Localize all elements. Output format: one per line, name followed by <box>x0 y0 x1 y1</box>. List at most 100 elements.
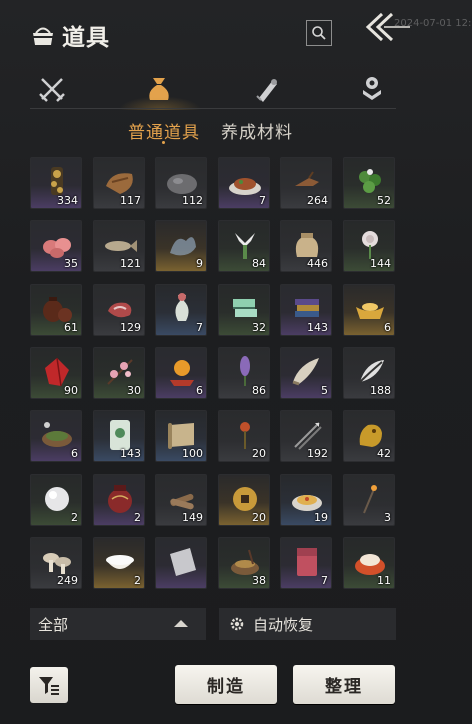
item-count: 2 <box>134 574 141 587</box>
item-slot[interactable]: 112 <box>155 157 207 209</box>
item-slot[interactable]: 100 <box>155 410 207 462</box>
item-slot[interactable]: 9 <box>155 220 207 272</box>
item-count: 149 <box>182 511 203 524</box>
inventory-panel: 道具 2024-07-01 12:55:0 <box>0 0 472 724</box>
item-slot[interactable]: 129 <box>93 284 145 336</box>
item-slot[interactable]: 6 <box>30 410 82 462</box>
item-slot[interactable]: 20 <box>218 410 270 462</box>
item-slot[interactable]: 84 <box>218 220 270 272</box>
item-count: 143 <box>307 321 328 334</box>
item-slot[interactable]: 264 <box>280 157 332 209</box>
item-slot[interactable]: 52 <box>343 157 395 209</box>
jade-boxes-icon <box>227 291 263 325</box>
item-slot[interactable]: 117 <box>93 157 145 209</box>
steak-icon <box>102 291 138 325</box>
item-slot[interactable]: 42 <box>343 410 395 462</box>
item-slot[interactable]: 6 <box>155 347 207 399</box>
item-count: 30 <box>127 384 141 397</box>
item-slot[interactable] <box>155 537 207 589</box>
item-count: 32 <box>252 321 266 334</box>
wood-chunk-icon <box>102 164 138 198</box>
subtab-normal-items[interactable]: 普通道具 <box>128 118 200 143</box>
item-count: 129 <box>120 321 141 334</box>
tab-scrolls[interactable] <box>248 72 284 106</box>
item-slot[interactable]: 7 <box>280 537 332 589</box>
item-slot[interactable]: 32 <box>218 284 270 336</box>
item-count: 11 <box>377 574 391 587</box>
item-slot[interactable]: 121 <box>93 220 145 272</box>
item-slot[interactable]: 7 <box>155 284 207 336</box>
item-count: 19 <box>314 511 328 524</box>
item-count: 35 <box>64 257 78 270</box>
herb-bundle-icon <box>39 164 75 198</box>
jade-tablet-icon <box>102 417 138 451</box>
filter-dropdown[interactable]: 全部 <box>30 608 206 640</box>
item-count: 7 <box>259 194 266 207</box>
item-slot[interactable]: 3 <box>343 474 395 526</box>
back-button[interactable] <box>362 10 414 44</box>
paper-sheet-icon <box>164 544 200 578</box>
item-slot[interactable]: 11 <box>343 537 395 589</box>
coin-icon <box>227 481 263 515</box>
filter-label: 全部 <box>38 615 69 634</box>
item-slot[interactable]: 90 <box>30 347 82 399</box>
item-slot[interactable]: 143 <box>93 410 145 462</box>
item-slot[interactable]: 143 <box>280 284 332 336</box>
lily-vase-icon <box>227 227 263 261</box>
item-count: 6 <box>71 447 78 460</box>
item-slot[interactable]: 2 <box>30 474 82 526</box>
incense-icon <box>352 481 388 515</box>
item-count: 90 <box>64 384 78 397</box>
header: 道具 2024-07-01 12:55:0 <box>0 0 472 72</box>
snowball-icon <box>39 481 75 515</box>
item-slot[interactable]: 19 <box>280 474 332 526</box>
item-slot[interactable]: 61 <box>30 284 82 336</box>
item-slot[interactable]: 35 <box>30 220 82 272</box>
raw-meat-icon <box>39 227 75 261</box>
item-slot[interactable]: 144 <box>343 220 395 272</box>
plum-blossom-icon <box>102 354 138 388</box>
item-slot[interactable]: 30 <box>93 347 145 399</box>
red-jar-icon <box>102 481 138 515</box>
meat-dish-icon <box>227 164 263 198</box>
item-count: 6 <box>384 321 391 334</box>
lavender-icon <box>227 354 263 388</box>
item-slot[interactable]: 5 <box>280 347 332 399</box>
item-slot[interactable]: 446 <box>280 220 332 272</box>
wine-jars-icon <box>39 291 75 325</box>
tab-weapons[interactable] <box>34 72 70 106</box>
search-button[interactable] <box>306 20 332 46</box>
gem-stack-icon <box>363 77 381 100</box>
item-slot[interactable]: 20 <box>218 474 270 526</box>
tab-gems[interactable] <box>354 72 390 106</box>
item-slot[interactable]: 6 <box>343 284 395 336</box>
item-slot[interactable]: 249 <box>30 537 82 589</box>
sort-filter-button[interactable] <box>30 667 68 703</box>
item-count: 446 <box>307 257 328 270</box>
item-slot[interactable]: 334 <box>30 157 82 209</box>
item-count: 9 <box>196 257 203 270</box>
auto-recover-button[interactable]: 自动恢复 <box>219 608 396 640</box>
item-count: 84 <box>252 257 266 270</box>
mushroom-icon <box>39 544 75 578</box>
tab-divider <box>30 108 396 109</box>
item-count: 5 <box>321 384 328 397</box>
item-slot[interactable]: 2 <box>93 537 145 589</box>
item-slot[interactable]: 149 <box>155 474 207 526</box>
organize-button[interactable]: 整理 <box>293 665 395 704</box>
item-slot[interactable]: 38 <box>218 537 270 589</box>
item-slot[interactable]: 86 <box>218 347 270 399</box>
subtab-materials[interactable]: 养成材料 <box>221 118 293 143</box>
noodle-plate-icon <box>289 481 325 515</box>
book-stack-icon <box>289 291 325 325</box>
seed-bowl-icon <box>227 544 263 578</box>
arrow-bundle-icon <box>289 417 325 451</box>
craft-button[interactable]: 制造 <box>175 665 277 704</box>
item-slot[interactable]: 2 <box>93 474 145 526</box>
caret-up-icon <box>174 620 188 627</box>
search-icon <box>312 26 326 40</box>
gear-icon <box>230 617 244 631</box>
item-slot[interactable]: 192 <box>280 410 332 462</box>
item-slot[interactable]: 188 <box>343 347 395 399</box>
item-slot[interactable]: 7 <box>218 157 270 209</box>
